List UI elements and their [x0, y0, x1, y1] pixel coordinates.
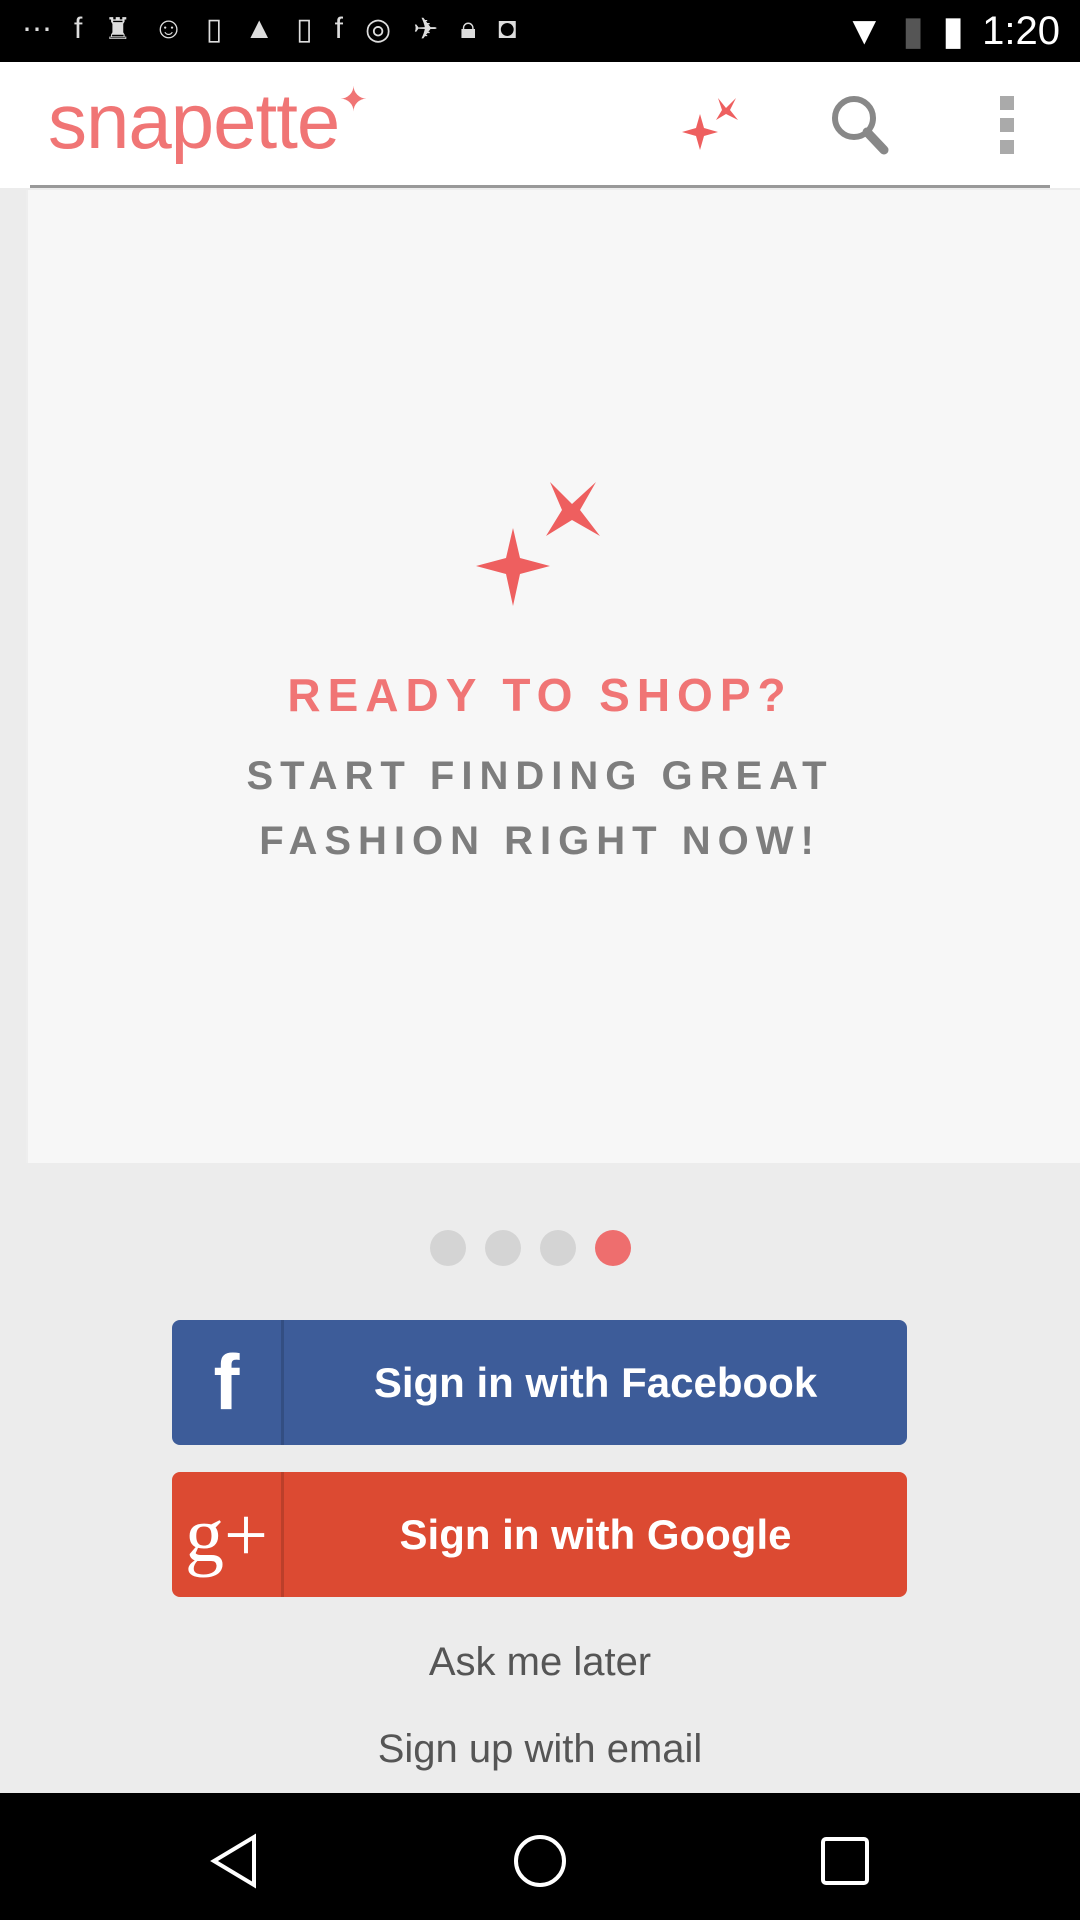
promo-line-2: FASHION RIGHT NOW!: [259, 819, 821, 863]
no-sim-icon: ▮: [902, 9, 925, 53]
promo-headline: READY TO SHOP?: [287, 669, 793, 721]
page-dot-active[interactable]: [595, 1230, 631, 1266]
cat-icon: ☺: [153, 12, 184, 45]
snapette-logo: snapette✦: [48, 77, 368, 165]
page-indicator: [430, 1230, 631, 1266]
app-icon: ▯: [205, 13, 223, 46]
promo-line-1: START FINDING GREAT: [246, 754, 834, 798]
page-dot[interactable]: [540, 1230, 576, 1266]
fake-gps-icon: ✈: [413, 13, 439, 46]
circle-icon: ◎: [364, 13, 392, 46]
search-icon[interactable]: [824, 90, 894, 160]
notification-icons: ⋯ f ♜ ☺ ▯ ▲ ▯ f ◎ ✈ 🔒︎ ◘: [22, 12, 516, 47]
sign-up-email-link[interactable]: Sign up with email: [0, 1727, 1080, 1772]
back-icon[interactable]: [206, 1831, 266, 1891]
ask-me-later-link[interactable]: Ask me later: [0, 1640, 1080, 1685]
navigation-bar: [0, 1793, 1080, 1920]
header-divider: [30, 185, 1050, 188]
battery-charging-icon: ▮: [942, 9, 965, 53]
wifi-icon: ▼: [844, 8, 885, 53]
warning-icon: ▲: [244, 12, 275, 45]
facebook-icon: f: [74, 12, 83, 45]
keyhole-icon: ♜: [104, 13, 132, 46]
lock-icon: 🔒︎: [460, 12, 477, 45]
app-header: snapette✦: [0, 62, 1080, 188]
google-button-label: Sign in with Google: [399, 1510, 792, 1558]
clock: 1:20: [982, 8, 1060, 53]
status-bar: ⋯ f ♜ ☺ ▯ ▲ ▯ f ◎ ✈ 🔒︎ ◘ ▼ ▮ ▮ 1:20: [0, 0, 1080, 62]
facebook-icon: f: [334, 12, 343, 45]
google-sign-in-button[interactable]: g+ Sign in with Google: [172, 1472, 907, 1597]
more-icon: ⋯: [22, 13, 52, 46]
page-dot[interactable]: [430, 1230, 466, 1266]
facebook-sign-in-button[interactable]: f Sign in with Facebook: [172, 1320, 907, 1445]
google-plus-icon: g+: [172, 1472, 284, 1597]
sparkle-icon[interactable]: [678, 90, 748, 160]
home-icon[interactable]: [510, 1831, 570, 1891]
app-icon: ▯: [296, 13, 313, 46]
facebook-icon: f: [172, 1320, 284, 1445]
recents-icon[interactable]: [815, 1831, 875, 1891]
page-dot[interactable]: [485, 1230, 521, 1266]
sparkle-icon: [476, 482, 600, 606]
facebook-button-label: Sign in with Facebook: [373, 1358, 818, 1406]
android-icon: ◘: [498, 12, 517, 45]
overflow-menu-icon[interactable]: [972, 90, 1042, 160]
